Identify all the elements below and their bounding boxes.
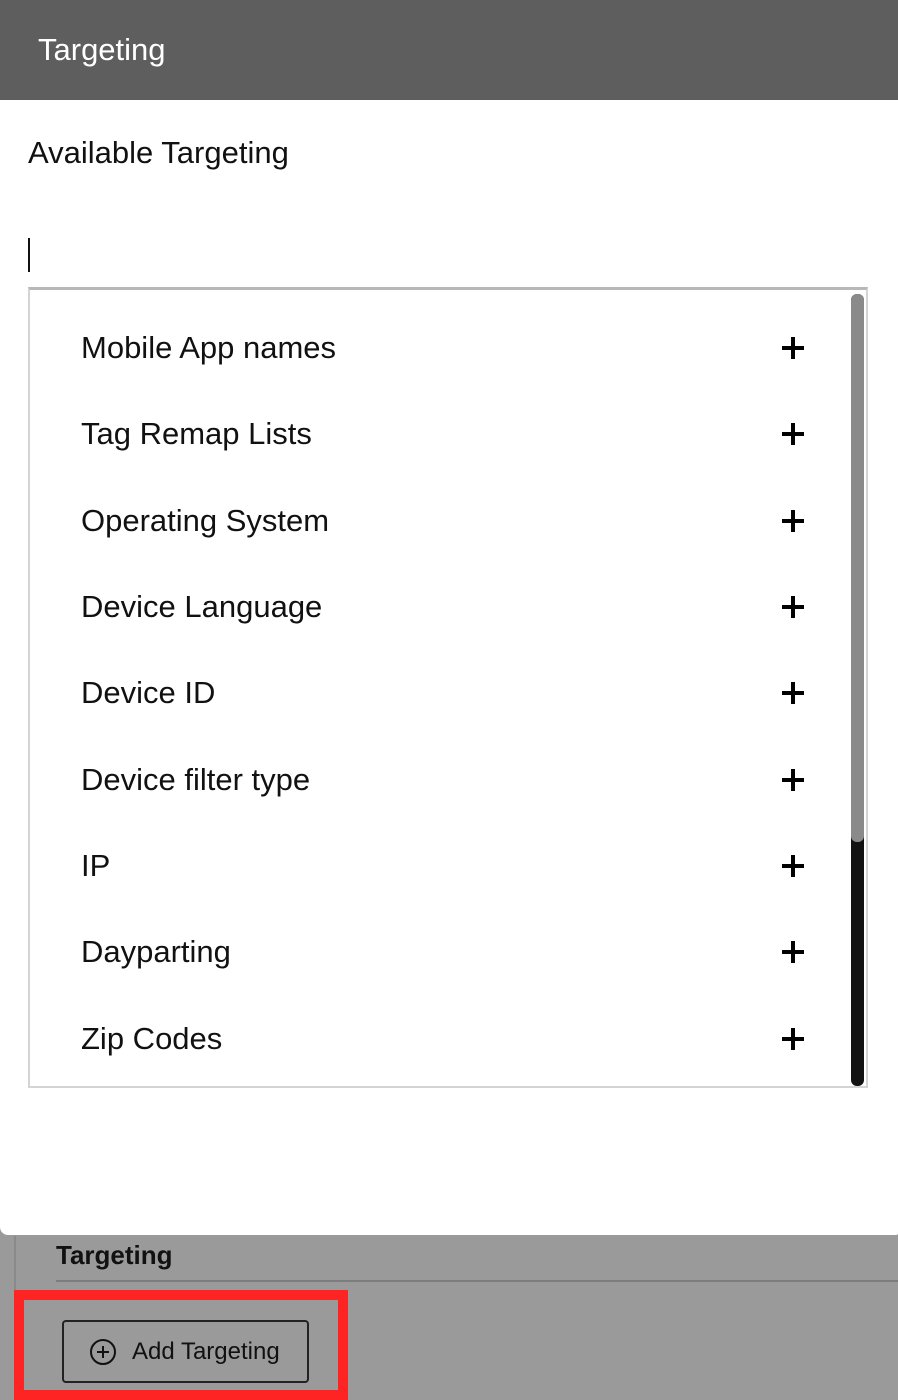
list-item-label: Operating System (81, 502, 330, 538)
list-scrollbar-thumb[interactable] (851, 294, 864, 842)
list-item-tag-remap-lists[interactable]: Tag Remap Lists (30, 391, 866, 477)
background-divider (56, 1280, 898, 1282)
list-item-dayparting[interactable]: Dayparting (30, 909, 866, 995)
add-targeting-label: Add Targeting (132, 1337, 280, 1365)
targeting-search-input[interactable] (28, 232, 866, 276)
list-item-device-language[interactable]: Device Language (30, 564, 866, 650)
plus-icon[interactable] (782, 423, 804, 445)
list-item-label: Tag Remap Lists (81, 416, 312, 452)
page: Targeting Add Targeting Targeting Availa… (0, 0, 898, 1400)
background-section-title: Targeting (56, 1240, 173, 1270)
list-item-device-id[interactable]: Device ID (30, 650, 866, 736)
plus-icon[interactable] (782, 682, 804, 704)
list-item-label: Device filter type (81, 761, 311, 797)
available-targeting-label: Available Targeting (28, 135, 289, 170)
plus-icon[interactable] (782, 596, 804, 618)
list-scrollbar-track[interactable] (851, 294, 864, 1086)
plus-icon[interactable] (782, 510, 804, 532)
text-caret (28, 238, 30, 272)
plus-circle-icon (90, 1338, 116, 1365)
list-item-label: Dayparting (81, 934, 231, 970)
plus-icon[interactable] (782, 941, 804, 963)
list-item-mobile-app-names[interactable]: Mobile App names (30, 305, 866, 391)
targeting-modal: Targeting Available Targeting Mobile App… (0, 0, 898, 1235)
plus-icon[interactable] (782, 1028, 804, 1050)
list-item-label: Mobile App names (81, 330, 337, 366)
list-item-ip[interactable]: IP (30, 823, 866, 909)
list-item-device-filter-type[interactable]: Device filter type (30, 736, 866, 822)
add-targeting-button[interactable]: Add Targeting (62, 1320, 309, 1383)
list-item-operating-system[interactable]: Operating System (30, 478, 866, 564)
plus-icon[interactable] (782, 337, 804, 359)
modal-title: Targeting (38, 32, 166, 67)
modal-header: Targeting (0, 0, 898, 100)
plus-icon[interactable] (782, 769, 804, 791)
list-item-label: Zip Codes (81, 1020, 223, 1056)
list-item-label: Device ID (81, 675, 216, 711)
targeting-options-list[interactable]: Mobile App names Tag Remap Lists Operati… (28, 287, 868, 1088)
list-item-label: IP (81, 847, 111, 883)
options-list: Mobile App names Tag Remap Lists Operati… (30, 290, 866, 1082)
list-item-zip-codes[interactable]: Zip Codes (30, 995, 866, 1081)
plus-icon[interactable] (782, 855, 804, 877)
list-item-label: Device Language (81, 589, 323, 625)
